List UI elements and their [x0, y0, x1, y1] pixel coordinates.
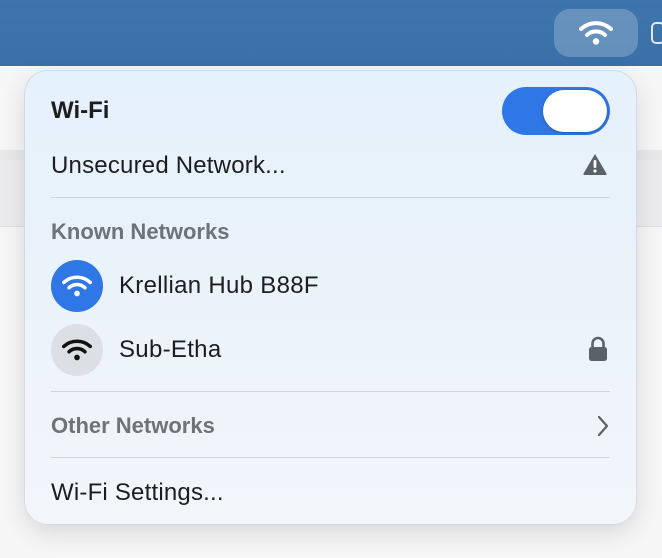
wifi-title: Wi-Fi: [51, 97, 110, 124]
unsecured-network-item[interactable]: Unsecured Network...: [51, 149, 610, 183]
other-networks-label: Other Networks: [51, 413, 215, 438]
wifi-settings-label: Wi-Fi Settings...: [51, 479, 224, 506]
network-wifi-badge: [51, 260, 103, 312]
known-networks-header: Known Networks: [51, 217, 610, 247]
known-networks-label: Known Networks: [51, 219, 230, 244]
unsecured-network-label: Unsecured Network...: [51, 152, 286, 179]
network-name: Krellian Hub B88F: [119, 272, 319, 299]
warning-icon: [583, 154, 607, 175]
divider: [51, 197, 610, 198]
lock-icon: [589, 336, 607, 361]
wifi-toggle[interactable]: [502, 87, 610, 135]
wifi-icon: [62, 275, 92, 297]
network-wifi-badge: [51, 324, 103, 376]
menubar-battery-icon[interactable]: [651, 22, 662, 44]
network-item-krellian-hub[interactable]: Krellian Hub B88F: [51, 258, 610, 314]
wifi-icon: [62, 339, 92, 361]
network-item-sub-etha[interactable]: Sub-Etha: [51, 322, 610, 378]
menu-bar: [0, 0, 662, 66]
other-networks-item[interactable]: Other Networks: [51, 409, 610, 443]
menubar-wifi-button[interactable]: [554, 9, 638, 57]
divider: [51, 457, 610, 458]
wifi-settings-item[interactable]: Wi-Fi Settings...: [51, 476, 610, 510]
chevron-right-icon: [597, 415, 609, 437]
wifi-menu-panel: Wi-Fi Unsecured Network... Known Network…: [24, 70, 637, 525]
wifi-title-row: Wi-Fi: [51, 87, 610, 135]
wifi-toggle-knob: [543, 90, 607, 132]
network-name: Sub-Etha: [119, 336, 222, 363]
divider: [51, 391, 610, 392]
wifi-icon: [579, 21, 613, 45]
